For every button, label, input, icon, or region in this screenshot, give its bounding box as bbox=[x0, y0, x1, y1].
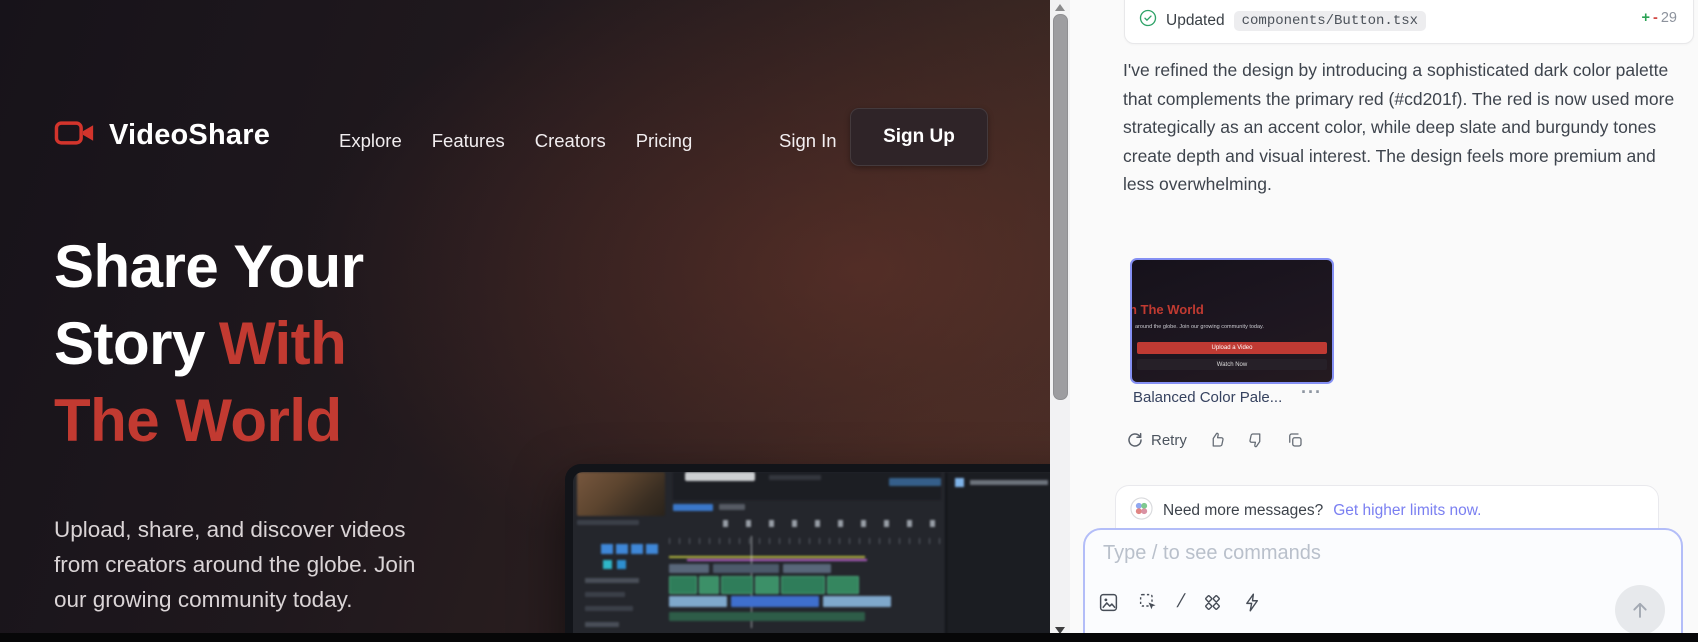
hero-video-image bbox=[565, 464, 1050, 642]
hero-heading: Share Your StoryWith The World bbox=[54, 228, 364, 459]
composer-input[interactable]: Type / to see commands bbox=[1103, 542, 1321, 565]
thumbs-up-icon[interactable] bbox=[1208, 431, 1226, 449]
video-editor-mock bbox=[573, 472, 1050, 642]
site-nav: Explore Features Creators Pricing bbox=[339, 130, 692, 152]
thumb-secondary-button: Watch Now bbox=[1137, 359, 1327, 370]
diff-count: 29 bbox=[1661, 10, 1677, 26]
scrollbar-thumb[interactable] bbox=[1053, 14, 1068, 400]
tool-result-card[interactable]: Updated components/Button.tsx + - 29 bbox=[1124, 0, 1694, 44]
check-circle-icon bbox=[1139, 9, 1157, 32]
hero-line-2: StoryWith bbox=[54, 305, 364, 382]
bottom-bar bbox=[0, 633, 1698, 642]
arrow-up-icon bbox=[1629, 599, 1651, 621]
tool-file-chip: components/Button.tsx bbox=[1234, 11, 1426, 31]
nav-item-explore[interactable]: Explore bbox=[339, 130, 402, 152]
screen: VideoShare Explore Features Creators Pri… bbox=[0, 0, 1698, 642]
select-element-icon[interactable] bbox=[1138, 592, 1159, 613]
sign-up-button[interactable]: Sign Up bbox=[850, 108, 988, 166]
retry-label: Retry bbox=[1151, 432, 1187, 449]
more-options-icon[interactable]: ··· bbox=[1301, 382, 1322, 403]
diamonds-icon[interactable] bbox=[1202, 592, 1223, 613]
sign-in-link[interactable]: Sign In bbox=[779, 130, 837, 152]
thumbs-down-icon[interactable] bbox=[1247, 431, 1265, 449]
retry-button[interactable]: Retry bbox=[1126, 431, 1187, 449]
diff-stat: + - 29 bbox=[1642, 10, 1677, 26]
tool-status-label: Updated bbox=[1166, 12, 1225, 30]
scrollbar-up-arrow[interactable] bbox=[1055, 4, 1065, 11]
site-preview: VideoShare Explore Features Creators Pri… bbox=[0, 0, 1050, 642]
retry-icon bbox=[1126, 431, 1144, 449]
hero-line-1: Share Your bbox=[54, 228, 364, 305]
composer: Type / to see commands / bbox=[1083, 528, 1683, 642]
nav-item-features[interactable]: Features bbox=[432, 130, 505, 152]
nav-item-pricing[interactable]: Pricing bbox=[636, 130, 693, 152]
thumb-primary-button: Upload a Video bbox=[1137, 342, 1327, 354]
copy-icon[interactable] bbox=[1286, 431, 1304, 449]
nav-item-creators[interactable]: Creators bbox=[535, 130, 606, 152]
brand-name: VideoShare bbox=[109, 119, 270, 152]
hero-subtitle: Upload, share, and discover videos from … bbox=[54, 512, 452, 617]
image-icon[interactable] bbox=[1098, 592, 1119, 613]
vertical-scrollbar[interactable] bbox=[1050, 0, 1070, 642]
diff-minus: - bbox=[1653, 10, 1658, 26]
slash-command-icon[interactable]: / bbox=[1177, 591, 1185, 613]
brand: VideoShare bbox=[54, 117, 270, 154]
artifact-thumbnail[interactable]: h The World around the globe. Join our g… bbox=[1130, 258, 1334, 384]
chat-panel: Updated components/Button.tsx + - 29 I'v… bbox=[1070, 0, 1698, 642]
send-button[interactable] bbox=[1615, 585, 1665, 635]
thumb-heading: h The World bbox=[1130, 302, 1204, 317]
video-camera-icon bbox=[54, 117, 96, 154]
banner-text: Need more messages? bbox=[1163, 502, 1323, 520]
assistant-message: I've refined the design by introducing a… bbox=[1123, 56, 1683, 199]
message-actions: Retry bbox=[1126, 431, 1304, 449]
thumb-tagline: around the globe. Join our growing commu… bbox=[1135, 324, 1264, 330]
hero-line-3: The World bbox=[54, 382, 364, 459]
artifact-title[interactable]: Balanced Color Pale... bbox=[1133, 389, 1282, 406]
get-higher-limits-link[interactable]: Get higher limits now. bbox=[1333, 502, 1481, 520]
pinwheel-icon bbox=[1130, 497, 1153, 525]
lightning-icon[interactable] bbox=[1242, 592, 1263, 613]
diff-plus: + bbox=[1642, 10, 1650, 26]
